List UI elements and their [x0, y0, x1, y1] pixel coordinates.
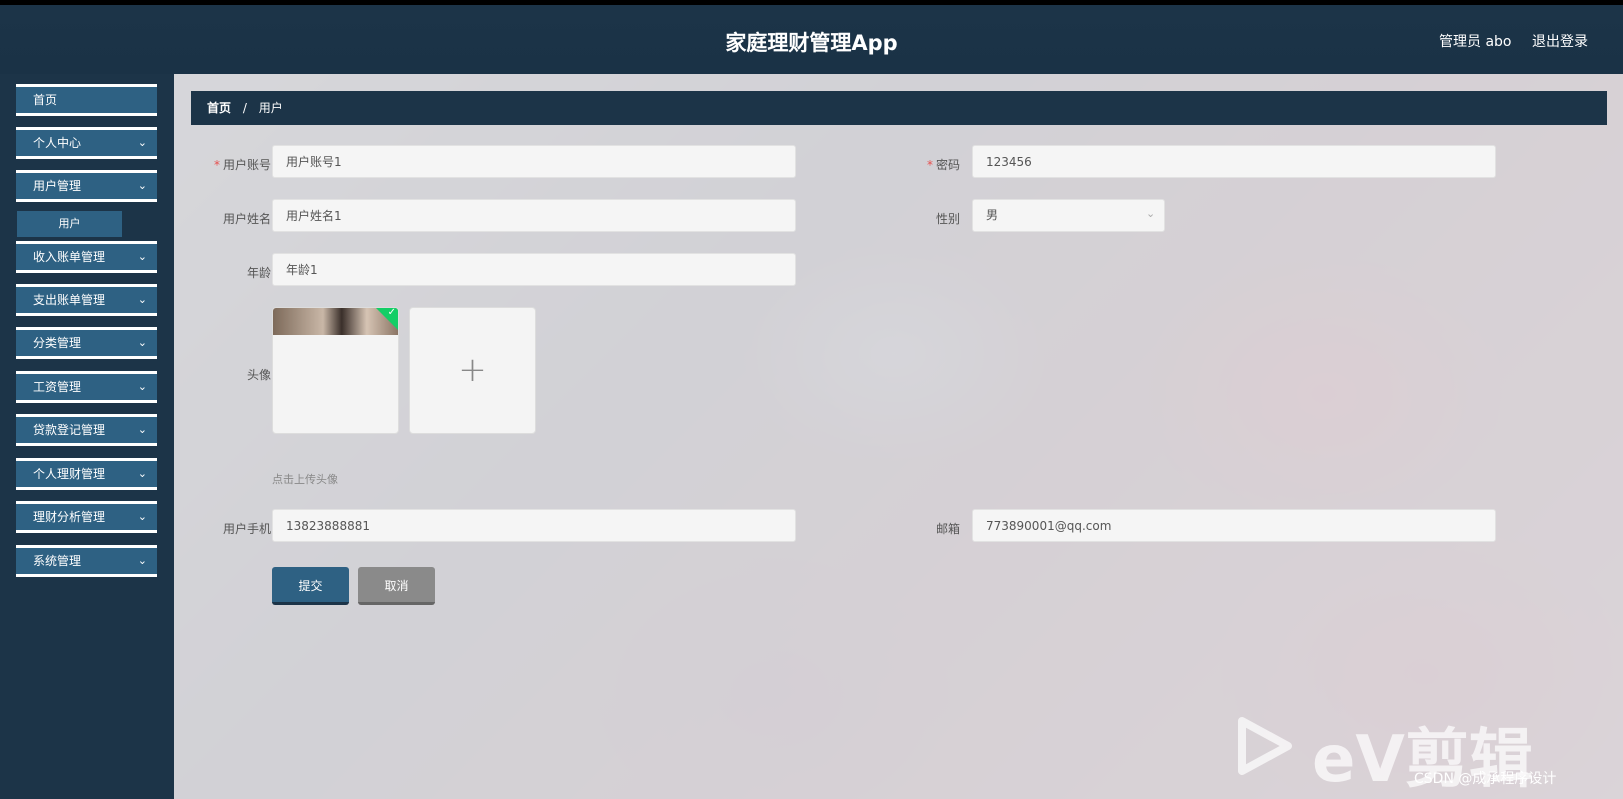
app-window: 家庭理财管理App 管理员 abo 退出登录 首页 个人中心 ⌄ 用户管理 ⌄ … [0, 0, 1623, 799]
chevron-down-icon: ⌄ [137, 510, 147, 523]
breadcrumb: 首页 / 用户 [191, 91, 1607, 125]
age-label: 年龄 [246, 266, 271, 280]
chevron-down-icon: ⌄ [137, 336, 147, 349]
gender-selected-value: 男 [986, 208, 999, 222]
check-icon: ✓ [387, 307, 396, 318]
sidebar-item-income[interactable]: 收入账单管理 ⌄ [16, 241, 157, 273]
sidebar-item-label: 用户管理 [33, 179, 82, 193]
sidebar-item-personal-center[interactable]: 个人中心 ⌄ [16, 127, 157, 159]
sidebar-item-system[interactable]: 系统管理 ⌄ [16, 545, 157, 577]
sidebar-item-label: 支出账单管理 [33, 293, 106, 307]
chevron-down-icon: ⌄ [137, 554, 147, 567]
email-label: 邮箱 [935, 522, 960, 536]
age-input[interactable] [272, 253, 796, 286]
cancel-button[interactable]: 取消 [358, 567, 435, 605]
sidebar-item-category[interactable]: 分类管理 ⌄ [16, 327, 157, 359]
chevron-down-icon: ⌄ [137, 179, 147, 192]
sidebar-item-user-management[interactable]: 用户管理 ⌄ [16, 170, 157, 202]
plus-icon: + [458, 350, 487, 390]
chevron-down-icon: ⌄ [137, 250, 147, 263]
watermark-credit: CSDN @成承程序设计 [1414, 771, 1557, 787]
sidebar-item-personal-finance[interactable]: 个人理财管理 ⌄ [16, 458, 157, 490]
email-input[interactable] [972, 509, 1496, 542]
password-input[interactable] [972, 145, 1496, 178]
sidebar-subitem-user[interactable]: 用户 [17, 211, 122, 237]
sidebar-item-salary[interactable]: 工资管理 ⌄ [16, 371, 157, 403]
gender-label: 性别 [935, 212, 960, 226]
sidebar-item-home[interactable]: 首页 [16, 84, 157, 116]
app-title: 家庭理财管理App [725, 31, 898, 55]
sidebar-item-label: 工资管理 [33, 380, 82, 394]
main-content: 首页 / 用户 *用户账号 *密码 用户姓名 性别 男 ⌄ 年龄 头像 ✓ [174, 74, 1623, 799]
header-bar: 家庭理财管理App 管理员 abo 退出登录 [0, 5, 1623, 74]
sidebar-item-label: 理财分析管理 [33, 510, 106, 524]
chevron-down-icon: ⌄ [1146, 207, 1156, 220]
sidebar-item-expense[interactable]: 支出账单管理 ⌄ [16, 284, 157, 316]
breadcrumb-current: 用户 [258, 101, 283, 115]
account-input[interactable] [272, 145, 796, 178]
logout-link[interactable]: 退出登录 [1532, 31, 1588, 51]
sidebar-item-finance-analysis[interactable]: 理财分析管理 ⌄ [16, 501, 157, 533]
current-user: 管理员 abo [1439, 34, 1512, 50]
avatar-preview[interactable]: ✓ [272, 307, 399, 434]
avatar-hint: 点击上传头像 [272, 473, 338, 486]
submit-button[interactable]: 提交 [272, 567, 349, 605]
sidebar-item-loan[interactable]: 贷款登记管理 ⌄ [16, 414, 157, 446]
avatar-label: 头像 [246, 368, 271, 382]
sidebar-item-label: 收入账单管理 [33, 250, 106, 264]
sidebar-item-label: 系统管理 [33, 554, 82, 568]
phone-label: 用户手机 [222, 522, 271, 536]
play-logo-icon [1238, 717, 1292, 775]
breadcrumb-home[interactable]: 首页 [207, 101, 231, 115]
password-label: * 密码 [926, 158, 960, 172]
background-overlay [174, 74, 1623, 799]
sidebar: 首页 个人中心 ⌄ 用户管理 ⌄ 用户 收入账单管理 ⌄ 支出账单管理 ⌄ 分类… [0, 74, 174, 799]
sidebar-item-label: 个人理财管理 [33, 467, 106, 481]
sidebar-item-label: 首页 [33, 93, 58, 107]
name-label: 用户姓名 [222, 212, 271, 226]
avatar-upload-button[interactable]: + [409, 307, 536, 434]
sidebar-item-label: 贷款登记管理 [33, 423, 106, 437]
chevron-down-icon: ⌄ [137, 423, 147, 436]
gender-select[interactable]: 男 [972, 199, 1165, 232]
sidebar-item-label: 个人中心 [33, 136, 82, 150]
chevron-down-icon: ⌄ [137, 380, 147, 393]
sidebar-item-label: 分类管理 [33, 336, 82, 350]
name-input[interactable] [272, 199, 796, 232]
chevron-down-icon: ⌄ [137, 136, 147, 149]
chevron-down-icon: ⌄ [137, 467, 147, 480]
breadcrumb-separator: / [242, 101, 247, 115]
phone-input[interactable] [272, 509, 796, 542]
chevron-down-icon: ⌄ [137, 293, 147, 306]
account-label: * 用户账号 [213, 158, 271, 172]
